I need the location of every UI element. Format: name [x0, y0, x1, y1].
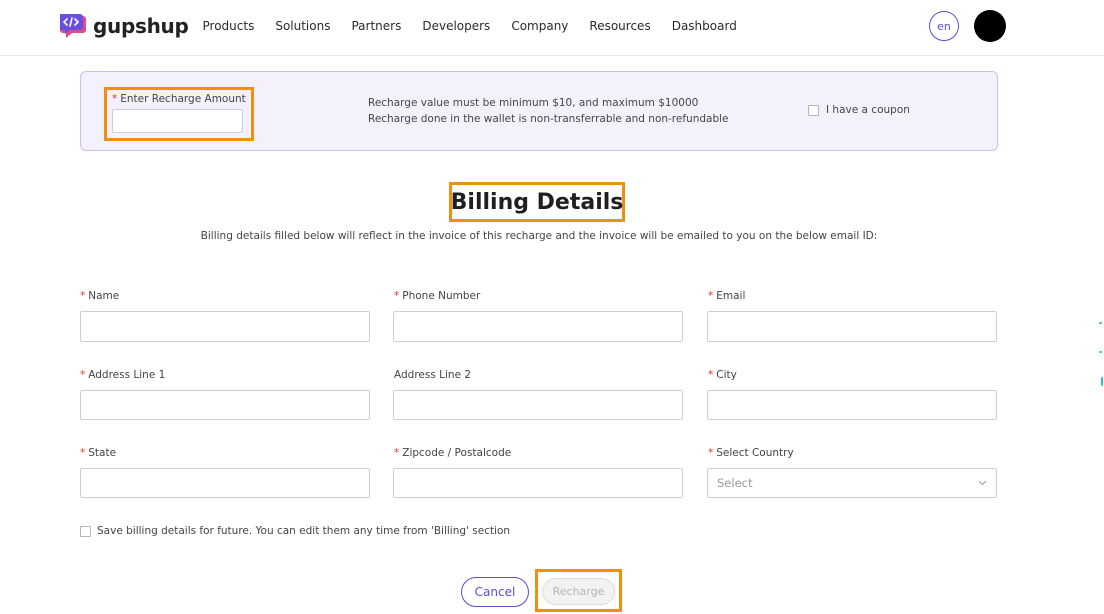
nav-developers[interactable]: Developers — [422, 19, 490, 33]
edge-mark — [1101, 377, 1103, 386]
recharge-info: Recharge value must be minimum $10, and … — [368, 96, 729, 127]
phone-input[interactable] — [393, 311, 683, 342]
phone-label-text: Phone Number — [402, 290, 481, 302]
address1-label: * Address Line 1 — [80, 369, 165, 381]
country-select[interactable]: Select — [707, 468, 997, 498]
recharge-amount-panel: * Enter Recharge Amount Recharge value mu… — [80, 71, 998, 151]
required-marker: * — [80, 369, 86, 381]
nav-partners[interactable]: Partners — [351, 19, 401, 33]
edge-mark — [1099, 351, 1102, 353]
email-label-text: Email — [716, 290, 746, 302]
edge-mark — [1099, 322, 1102, 324]
recharge-amount-input[interactable] — [112, 109, 243, 133]
required-marker: * — [80, 447, 86, 459]
coupon-label: I have a coupon — [826, 104, 910, 116]
required-marker: * — [112, 93, 118, 105]
state-input[interactable] — [80, 468, 370, 498]
user-avatar[interactable] — [974, 10, 1006, 42]
recharge-policy-text: Recharge done in the wallet is non-trans… — [368, 112, 729, 125]
recharge-amount-label-text: Enter Recharge Amount — [120, 93, 246, 105]
zipcode-input[interactable] — [393, 468, 683, 498]
required-marker: * — [708, 447, 714, 459]
city-label: * City — [708, 369, 737, 381]
gupshup-logo-icon — [60, 14, 86, 38]
state-label: * State — [80, 447, 116, 459]
country-label-text: Select Country — [716, 447, 794, 459]
address1-input[interactable] — [80, 390, 370, 420]
coupon-checkbox[interactable] — [808, 104, 819, 116]
gupshup-logo[interactable]: gupshup — [60, 12, 189, 40]
zipcode-label: * Zipcode / Postalcode — [394, 447, 511, 459]
email-input[interactable] — [707, 311, 997, 342]
address2-label: Address Line 2 — [394, 369, 472, 381]
nav-dashboard[interactable]: Dashboard — [672, 19, 737, 33]
required-marker: * — [708, 369, 714, 381]
cancel-button[interactable]: Cancel — [461, 577, 529, 607]
address2-input[interactable] — [393, 390, 683, 420]
recharge-limit-text: Recharge value must be minimum $10, and … — [368, 97, 699, 109]
nav-company[interactable]: Company — [511, 19, 568, 33]
save-billing-checkbox[interactable] — [80, 525, 91, 537]
chevron-down-icon — [978, 480, 987, 486]
nav-resources[interactable]: Resources — [589, 19, 650, 33]
recharge-button-highlight: Recharge — [535, 569, 622, 612]
recharge-amount-label: * Enter Recharge Amount — [112, 93, 246, 105]
name-label: * Name — [80, 290, 119, 302]
zipcode-label-text: Zipcode / Postalcode — [402, 447, 512, 459]
required-marker: * — [708, 290, 714, 302]
state-label-text: State — [88, 447, 117, 459]
name-label-text: Name — [88, 290, 120, 302]
name-input[interactable] — [80, 311, 370, 342]
main-nav: Products Solutions Partners Developers C… — [192, 19, 747, 33]
page-title: Billing Details — [450, 189, 624, 215]
language-button[interactable]: en — [929, 11, 959, 41]
coupon-option[interactable]: I have a coupon — [808, 104, 910, 116]
required-marker: * — [394, 290, 400, 302]
city-label-text: City — [716, 369, 737, 381]
billing-subtitle: Billing details filled below will reflec… — [200, 230, 878, 242]
save-billing-label: Save billing details for future. You can… — [97, 525, 511, 537]
recharge-page: gupshup Products Solutions Partners Deve… — [0, 0, 1104, 614]
phone-label: * Phone Number — [394, 290, 480, 302]
recharge-button[interactable]: Recharge — [542, 578, 615, 605]
country-select-placeholder: Select — [717, 476, 753, 490]
required-marker: * — [80, 290, 86, 302]
logo-text: gupshup — [93, 14, 189, 38]
email-label: * Email — [708, 290, 745, 302]
billing-title-box: Billing Details — [449, 182, 625, 222]
nav-products[interactable]: Products — [203, 19, 255, 33]
required-marker: * — [394, 447, 400, 459]
address1-label-text: Address Line 1 — [88, 369, 166, 381]
country-label: * Select Country — [708, 447, 794, 459]
city-input[interactable] — [707, 390, 997, 420]
recharge-amount-group: * Enter Recharge Amount — [104, 87, 254, 141]
top-navbar: gupshup Products Solutions Partners Deve… — [0, 0, 1104, 56]
save-billing-option[interactable]: Save billing details for future. You can… — [80, 525, 510, 537]
nav-solutions[interactable]: Solutions — [275, 19, 330, 33]
